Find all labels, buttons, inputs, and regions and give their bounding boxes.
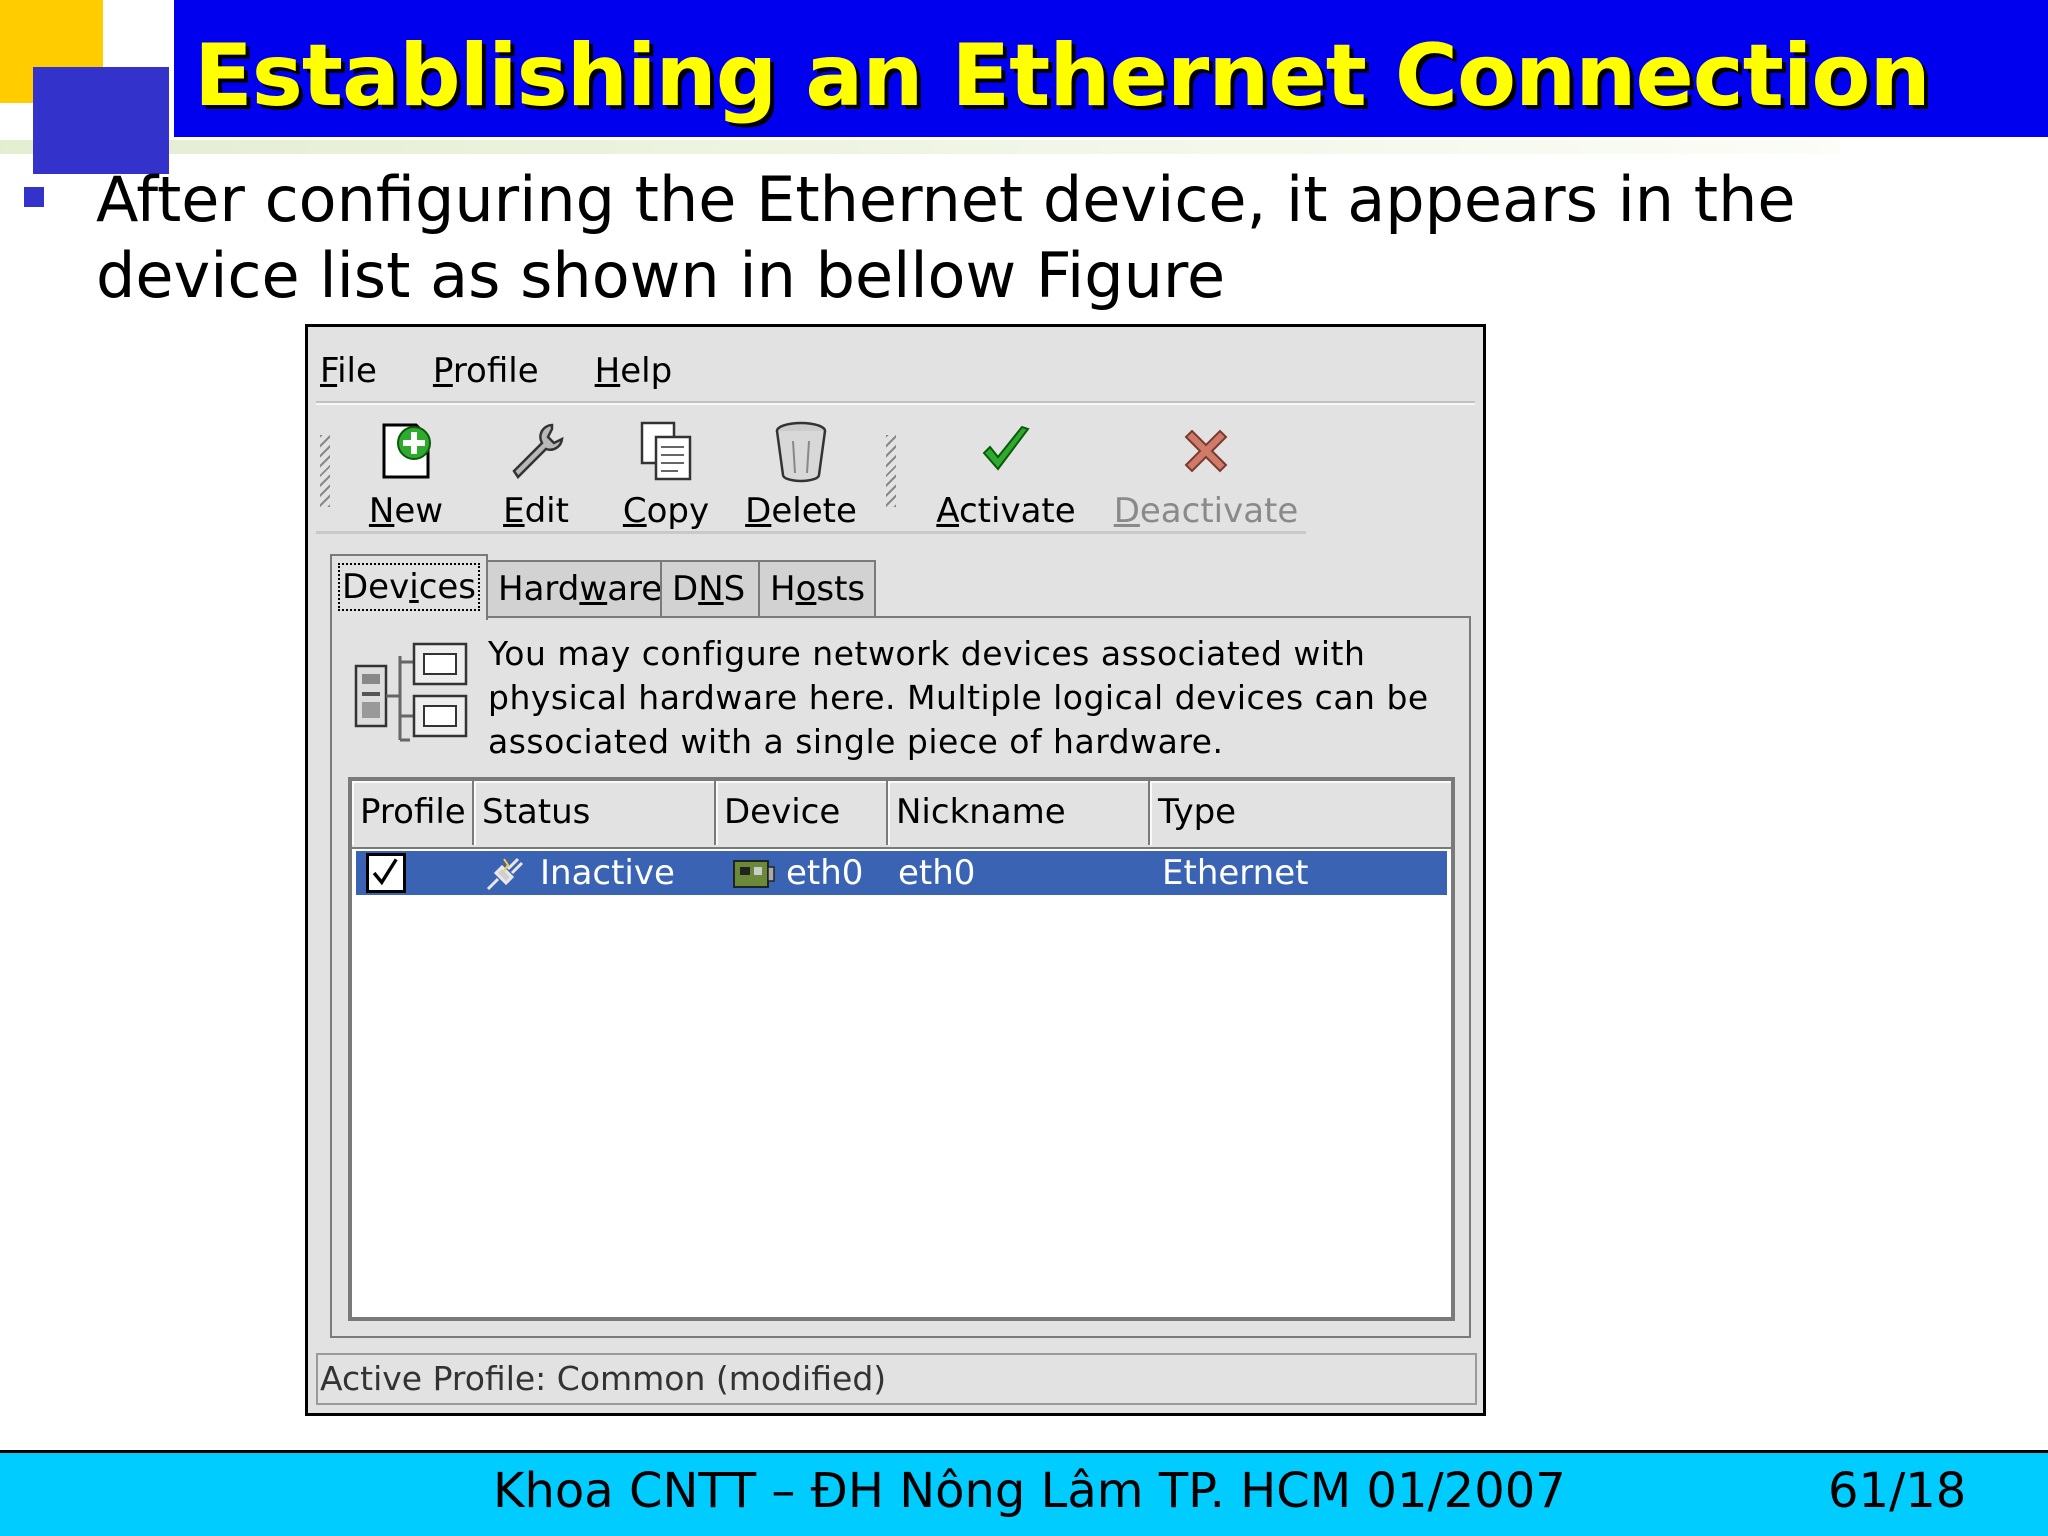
devices-panel: You may configure network devices associ… [330,616,1471,1338]
profile-checkbox[interactable] [366,853,406,893]
bullet-icon [24,187,44,207]
menu-help[interactable]: Help [595,351,673,401]
network-config-window: File Profile Help New Edit Copy Delete A… [305,324,1486,1416]
bullet-text: After configuring the Ethernet device, i… [96,163,1796,312]
status-value: Inactive [540,853,675,893]
edit-button[interactable]: Edit [486,409,586,531]
wrench-icon [512,423,564,479]
toolbar-grip-handle[interactable] [320,435,330,507]
page-number: 61/18 [1828,1463,1967,1519]
disconnected-plug-icon [486,857,524,891]
tab-dns[interactable]: DNS [660,560,760,616]
tab-devices[interactable]: Devices [330,554,488,620]
tab-hosts[interactable]: Hosts [758,560,876,616]
network-card-icon [733,860,775,888]
deactivate-button[interactable]: Deactivate [1111,409,1301,531]
devices-description: You may configure network devices associ… [488,634,1429,761]
slide-title: Establishing an Ethernet Connection [194,26,1931,126]
menu-profile[interactable]: Profile [433,351,539,401]
device-list[interactable]: Profile Status Device Nickname Type Inac… [348,777,1455,1321]
copy-button[interactable]: Copy [611,409,721,531]
menu-file[interactable]: File [320,351,377,401]
trash-icon [775,421,827,483]
copy-icon [640,421,692,481]
new-button[interactable]: New [356,409,456,531]
activate-button[interactable]: Activate [926,409,1086,531]
slide-footer: Khoa CNTT – ĐH Nông Lâm TP. HCM 01/2007 … [0,1450,2048,1536]
toolbar: New Edit Copy Delete Activate Deactivate [316,409,1306,534]
delete-button[interactable]: Delete [736,409,866,531]
column-header-nickname[interactable]: Nickname [888,781,1150,845]
column-header-profile[interactable]: Profile [352,781,474,845]
menubar: File Profile Help [320,351,728,401]
nickname-value: eth0 [898,853,976,893]
footer-text: Khoa CNTT – ĐH Nông Lâm TP. HCM 01/2007 [493,1463,1566,1519]
decor-divider-line [0,140,1840,154]
decor-blue-square [33,67,169,174]
menubar-separator [316,401,1475,405]
table-row[interactable]: Inactive eth0 eth0 Ethernet [356,851,1447,895]
toolbar-grip-handle-2[interactable] [886,435,896,507]
column-header-status[interactable]: Status [474,781,716,845]
status-bar: Active Profile: Common (modified) [316,1353,1477,1405]
column-header-type[interactable]: Type [1150,781,1451,845]
type-value: Ethernet [1162,853,1309,893]
new-document-icon [382,423,431,479]
network-hardware-icon [354,642,468,742]
checkmark-icon [982,425,1030,471]
column-header-device[interactable]: Device [716,781,888,845]
device-list-header: Profile Status Device Nickname Type [352,781,1451,849]
checkmark-icon [372,858,398,886]
tab-hardware[interactable]: Hardware [486,560,662,616]
cross-icon [1184,429,1228,473]
device-value: eth0 [786,853,864,893]
